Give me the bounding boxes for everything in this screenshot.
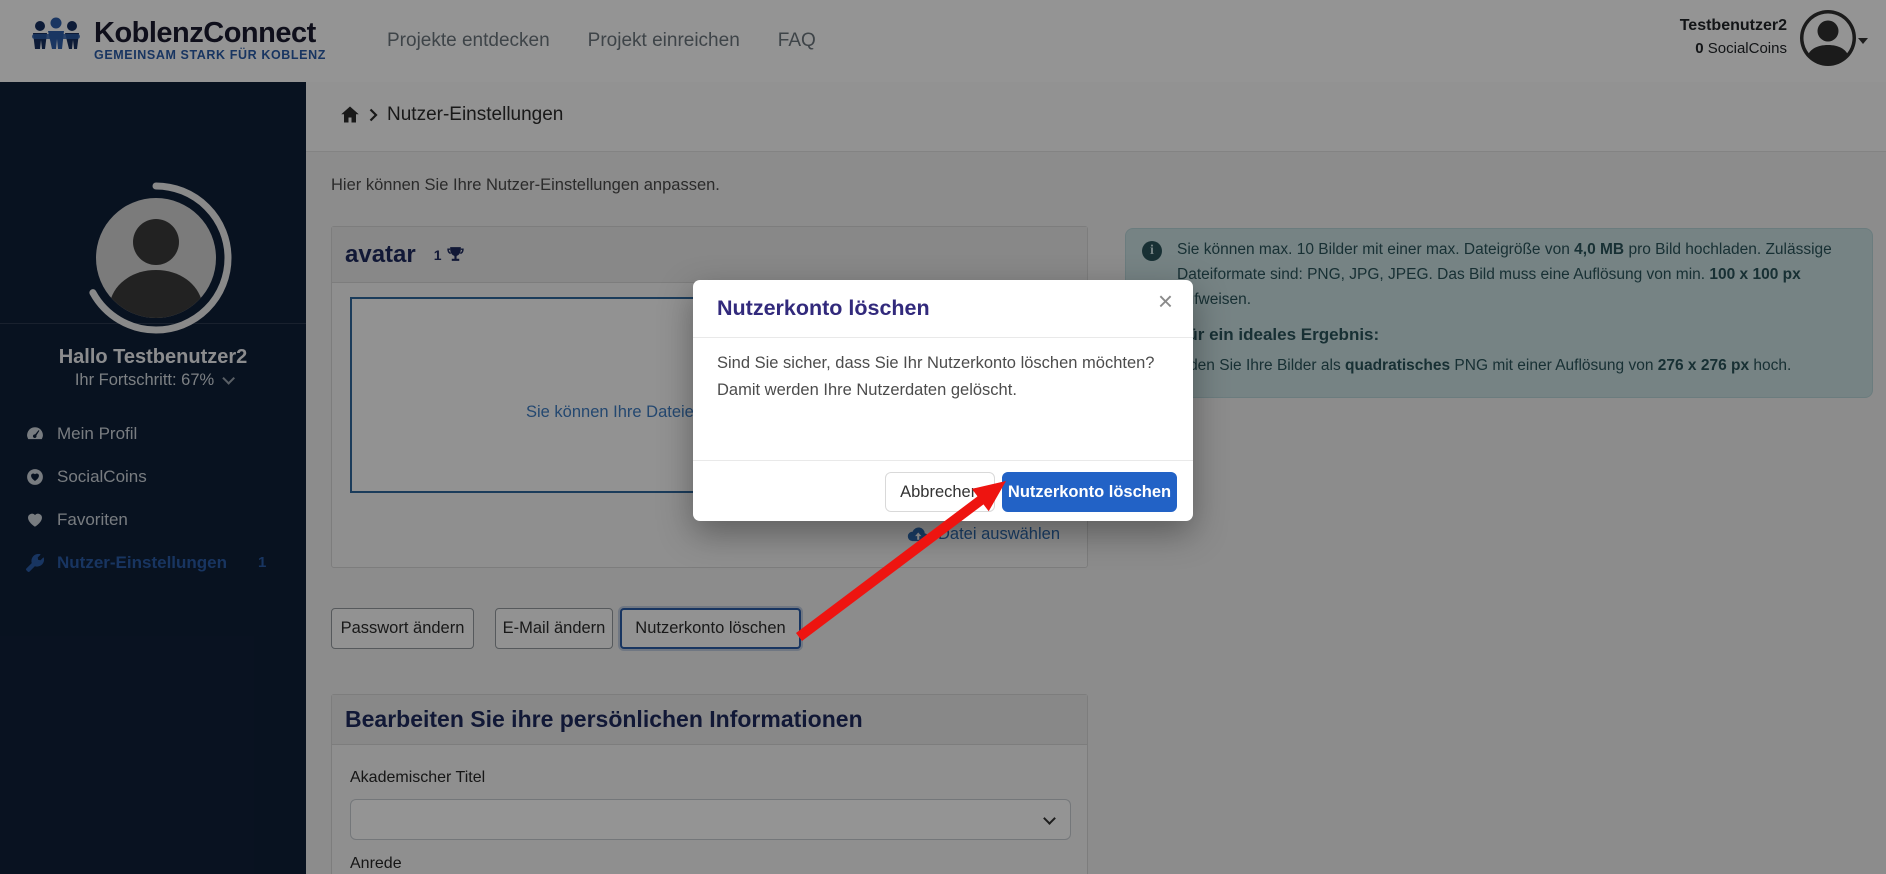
user-settings-page: KoblenzConnect GEMEINSAM STARK FÜR KOBLE… (0, 0, 1886, 874)
modal-body-text: Sind Sie sicher, dass Sie Ihr Nutzerkont… (717, 350, 1173, 404)
modal-title: Nutzerkonto löschen (717, 296, 930, 321)
modal-footer: Abbrechen Nutzerkonto löschen (693, 460, 1193, 521)
confirm-delete-button[interactable]: Nutzerkonto löschen (1002, 472, 1177, 512)
cancel-button[interactable]: Abbrechen (885, 472, 995, 512)
modal-header: Nutzerkonto löschen × (693, 280, 1193, 338)
close-icon[interactable]: × (1158, 288, 1173, 314)
delete-account-modal: Nutzerkonto löschen × Sind Sie sicher, d… (693, 280, 1193, 521)
